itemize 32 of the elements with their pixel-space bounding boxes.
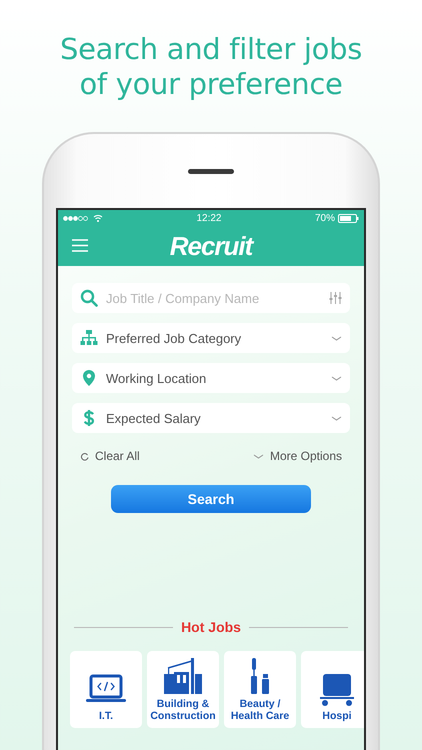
dropdown-field[interactable]: Preferred Job Category <box>72 323 350 353</box>
chevron-down-icon <box>252 454 264 458</box>
status-time: 12:22 <box>196 212 222 224</box>
search-field[interactable]: Job Title / Company Name <box>72 283 350 313</box>
speaker-slot <box>188 169 234 174</box>
app-logo: Recruit <box>170 230 252 262</box>
battery-icon <box>338 214 359 222</box>
sliders-icon[interactable] <box>329 292 342 304</box>
chevron-down-icon <box>331 376 342 380</box>
chevron-down-icon <box>331 416 342 420</box>
job-category-card[interactable]: Beauty / Health Care <box>224 651 296 728</box>
job-category-card[interactable]: I.T. <box>70 651 142 728</box>
section-title: Hot Jobs <box>181 619 241 635</box>
buildings-crane-icon <box>162 658 204 694</box>
wifi-icon <box>93 214 103 222</box>
job-category-card[interactable]: Hospi <box>301 651 364 728</box>
refresh-icon <box>80 452 89 460</box>
hierarchy-icon <box>80 329 98 347</box>
search-icon <box>80 289 98 307</box>
search-input[interactable]: Job Title / Company Name <box>106 290 321 306</box>
clear-all-button[interactable]: Clear All <box>80 449 140 463</box>
dropdown-field[interactable]: Working Location <box>72 363 350 393</box>
battery-percent: 70% <box>314 212 335 224</box>
more-options-button[interactable]: More Options <box>252 449 342 463</box>
job-category-card[interactable]: Building & Construction <box>147 651 219 728</box>
dropdown-field[interactable]: Expected Salary <box>72 403 350 433</box>
chevron-down-icon <box>331 336 342 340</box>
signal-icon <box>63 216 89 220</box>
search-button[interactable]: Search <box>111 485 311 513</box>
location-pin-icon <box>80 369 98 387</box>
headline: Search and filter jobs of your preference <box>60 32 362 102</box>
menu-icon[interactable] <box>72 239 88 252</box>
